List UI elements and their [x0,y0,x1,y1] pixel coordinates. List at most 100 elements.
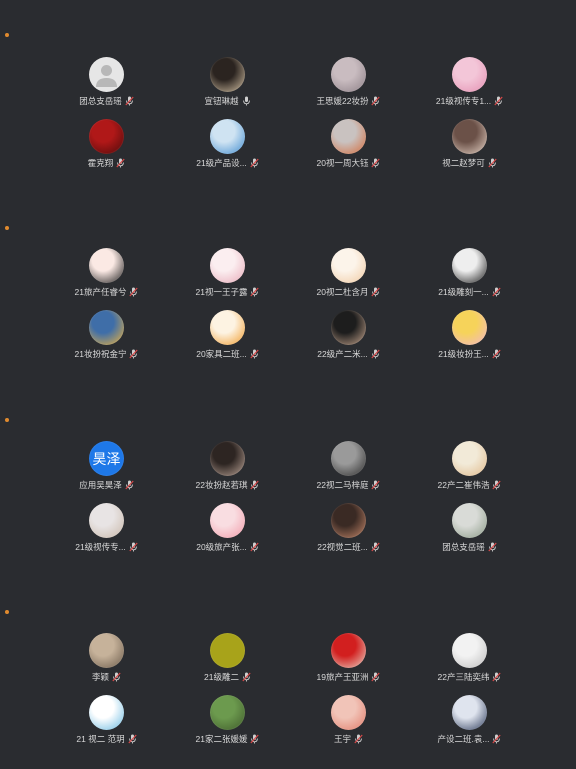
participant-avatar[interactable] [452,503,487,538]
participant-avatar[interactable] [331,695,366,730]
participant-name: 22级产二米... [317,349,368,359]
participant-avatar[interactable] [210,57,245,92]
participant-tile[interactable]: 王宇 [288,695,409,757]
participant-name-row: 19旅产王亚洲 [317,672,381,682]
mic-muted-icon [125,96,134,106]
participant-name-row: 21级雕刻一... [438,287,501,297]
participant-avatar[interactable] [331,119,366,154]
participant-avatar[interactable] [452,695,487,730]
participant-tile[interactable]: 20视二杜含月 [288,248,409,310]
participant-avatar[interactable] [89,503,124,538]
participant-name-row: 21视一王子露 [196,287,260,297]
participant-tile[interactable]: 20家具二班... [167,310,288,372]
participant-avatar[interactable] [331,503,366,538]
participant-name: 21级视传专... [75,542,126,552]
participant-tile[interactable]: 21级视传专1... [409,57,530,119]
participant-tile[interactable]: 21级雕刻一... [409,248,530,310]
participant-avatar[interactable] [210,441,245,476]
participant-tile[interactable]: 21级产品设... [167,119,288,181]
participant-tile[interactable]: 22妆扮赵若琪 [167,441,288,503]
mic-muted-icon [125,480,134,490]
mic-muted-icon [242,672,251,682]
participant-tile[interactable]: 21 视二 范玥 [46,695,167,757]
section-marker-dot [5,418,9,422]
participant-name-row: 21 视二 范玥 [76,734,137,744]
participant-avatar[interactable] [89,57,124,92]
participant-avatar[interactable] [331,310,366,345]
mic-muted-icon [250,734,260,744]
participant-avatar[interactable]: 昊泽 [89,441,124,476]
mic-muted-icon [488,158,497,168]
participant-name: 霍克翔 [87,158,114,168]
participant-avatar[interactable] [452,119,487,154]
mic-muted-icon [371,672,381,682]
participant-tile[interactable]: 昊泽应用吴昊泽 [46,441,167,503]
participant-avatar[interactable] [331,633,366,668]
participant-name-row: 20家具二班... [196,349,259,359]
participant-name: 团总支岳瑶 [79,96,122,106]
participant-tile[interactable]: 20视一周大钰 [288,119,409,181]
participant-avatar[interactable] [210,695,245,730]
participant-tile[interactable]: 李颖 [46,633,167,695]
participant-name-row: 21级视传专1... [436,96,503,106]
participant-tile[interactable]: 21级妆扮王... [409,310,530,372]
participant-tile[interactable]: 22视觉二班... [288,503,409,565]
participant-tile[interactable]: 团总支岳瑶 [409,503,530,565]
mic-muted-icon [371,96,381,106]
participant-name: 20视一周大钰 [316,158,369,168]
section-marker-dot [5,33,9,37]
participant-avatar[interactable] [89,695,124,730]
mic-muted-icon [492,287,501,297]
participant-name-row: 22产二崔伟浩 [438,480,502,490]
participant-avatar[interactable] [210,310,245,345]
participant-tile[interactable]: 22产二崔伟浩 [409,441,530,503]
participant-avatar[interactable] [89,310,124,345]
participant-avatar[interactable] [89,248,124,283]
participant-tile[interactable]: 霍克翔 [46,119,167,181]
participant-tile[interactable]: 19旅产王亚洲 [288,633,409,695]
participant-tile[interactable]: 22级产二米... [288,310,409,372]
participant-avatar[interactable] [331,57,366,92]
participant-avatar[interactable] [331,441,366,476]
participant-tile[interactable]: 宣钮琳越 [167,57,288,119]
participant-avatar[interactable] [210,248,245,283]
participant-name-row: 应用吴昊泽 [79,480,134,490]
participant-avatar[interactable] [452,57,487,92]
participant-name: 21妆扮祝金宁 [74,349,127,359]
participant-tile[interactable]: 21级视传专... [46,503,167,565]
participant-avatar[interactable] [452,441,487,476]
mic-muted-icon [250,542,259,552]
participant-avatar[interactable] [331,248,366,283]
participant-tile[interactable]: 21级雕二 [167,633,288,695]
participant-tile[interactable]: 团总支岳瑶 [46,57,167,119]
mic-muted-icon [371,480,381,490]
default-user-icon [96,65,117,87]
participant-name-row: 团总支岳瑶 [442,542,497,552]
participant-avatar[interactable] [452,633,487,668]
participant-tile[interactable]: 21妆扮祝金宁 [46,310,167,372]
participant-name-row: 视二赵梦可 [442,158,497,168]
participant-tile[interactable]: 产设二班.袁... [409,695,530,757]
participant-name: 应用吴昊泽 [79,480,122,490]
participant-avatar[interactable] [210,119,245,154]
participant-tile[interactable]: 21家二张媛媛 [167,695,288,757]
participant-tile[interactable]: 王思媛22妆扮 [288,57,409,119]
participant-name: 21旅产任睿兮 [74,287,127,297]
mic-muted-icon [129,542,138,552]
participant-tile[interactable]: 22视二马梓庭 [288,441,409,503]
participant-avatar[interactable] [452,248,487,283]
participant-name-row: 21级产品设... [196,158,259,168]
mic-muted-icon [488,542,497,552]
participant-tile[interactable]: 21视一王子露 [167,248,288,310]
participant-avatar[interactable] [452,310,487,345]
participant-name-row: 团总支岳瑶 [79,96,134,106]
participant-tile[interactable]: 21旅产任睿兮 [46,248,167,310]
participant-avatar[interactable] [89,633,124,668]
participant-tile[interactable]: 20级旅产张... [167,503,288,565]
participant-tile[interactable]: 视二赵梦可 [409,119,530,181]
participant-avatar[interactable] [210,503,245,538]
participant-name-row: 王思媛22妆扮 [317,96,381,106]
participant-avatar[interactable] [210,633,245,668]
participant-avatar[interactable] [89,119,124,154]
participant-tile[interactable]: 22产三陆奕纬 [409,633,530,695]
